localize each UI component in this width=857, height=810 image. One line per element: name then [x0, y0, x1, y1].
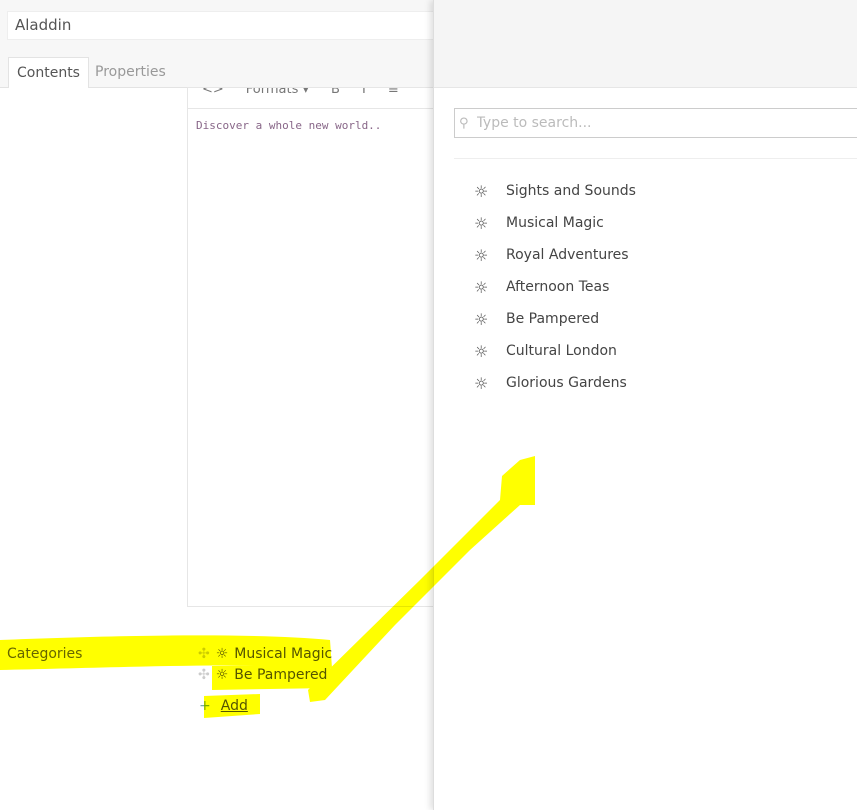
add-link[interactable]: Add	[221, 698, 248, 714]
list-item[interactable]: ☼ Sights and Sounds	[474, 175, 636, 207]
category-label: Musical Magic	[234, 646, 333, 662]
sun-icon: ☼	[474, 373, 489, 393]
search-input[interactable]	[474, 114, 839, 132]
sun-icon: ☼	[215, 646, 229, 662]
item-label: Musical Magic	[506, 215, 604, 231]
category-picker-panel: ⚲ ☼ Sights and Sounds ☼ Musical Magic ☼ Roy…	[433, 0, 857, 810]
drag-handle-icon[interactable]: ✣	[198, 646, 210, 662]
tab-contents[interactable]: Contents	[8, 57, 89, 88]
panel-header	[434, 0, 857, 88]
sun-icon: ☼	[474, 277, 489, 297]
align-button[interactable]: ≡	[388, 88, 399, 108]
list-item[interactable]: ☼ Afternoon Teas	[474, 271, 636, 303]
plus-icon: +	[199, 698, 211, 714]
item-label: Sights and Sounds	[506, 183, 636, 199]
editor-toolbar: <> Formats ▾ B I ≡	[188, 88, 436, 109]
editor-body[interactable]: Discover a whole new world..	[188, 109, 436, 142]
sun-icon: ☼	[474, 309, 489, 329]
formats-dropdown[interactable]: Formats ▾	[246, 88, 309, 108]
sun-icon: ☼	[474, 181, 489, 201]
rich-text-editor[interactable]: <> Formats ▾ B I ≡ Discover a whole new …	[187, 87, 437, 607]
list-item[interactable]: ☼ Glorious Gardens	[474, 367, 636, 399]
list-item[interactable]: ☼ Musical Magic	[474, 207, 636, 239]
list-item[interactable]: ☼ Be Pampered	[474, 303, 636, 335]
category-item[interactable]: ✣ ☼ Be Pampered	[198, 667, 327, 683]
item-label: Royal Adventures	[506, 247, 629, 263]
italic-button[interactable]: I	[362, 88, 366, 108]
add-category-button[interactable]: + Add	[199, 698, 248, 714]
sun-icon: ☼	[474, 213, 489, 233]
search-box[interactable]: ⚲	[454, 108, 857, 138]
categories-label: Categories	[7, 646, 83, 662]
divider	[454, 158, 857, 159]
item-label: Afternoon Teas	[506, 279, 610, 295]
sun-icon: ☼	[474, 341, 489, 361]
category-label: Be Pampered	[234, 667, 328, 683]
item-label: Be Pampered	[506, 311, 600, 327]
item-label: Glorious Gardens	[506, 375, 627, 391]
tab-properties[interactable]: Properties	[87, 57, 174, 88]
search-icon: ⚲	[459, 115, 469, 131]
sun-icon: ☼	[215, 667, 229, 683]
item-label: Cultural London	[506, 343, 617, 359]
sun-icon: ☼	[474, 245, 489, 265]
list-item[interactable]: ☼ Royal Adventures	[474, 239, 636, 271]
category-item[interactable]: ✣ ☼ Musical Magic	[198, 646, 332, 662]
category-list: ☼ Sights and Sounds ☼ Musical Magic ☼ Royal…	[474, 175, 636, 399]
drag-handle-icon[interactable]: ✣	[198, 667, 210, 683]
source-code-button[interactable]: <>	[202, 88, 224, 108]
bold-button[interactable]: B	[331, 88, 340, 108]
list-item[interactable]: ☼ Cultural London	[474, 335, 636, 367]
node-name-field[interactable]: Aladdin	[7, 11, 437, 40]
